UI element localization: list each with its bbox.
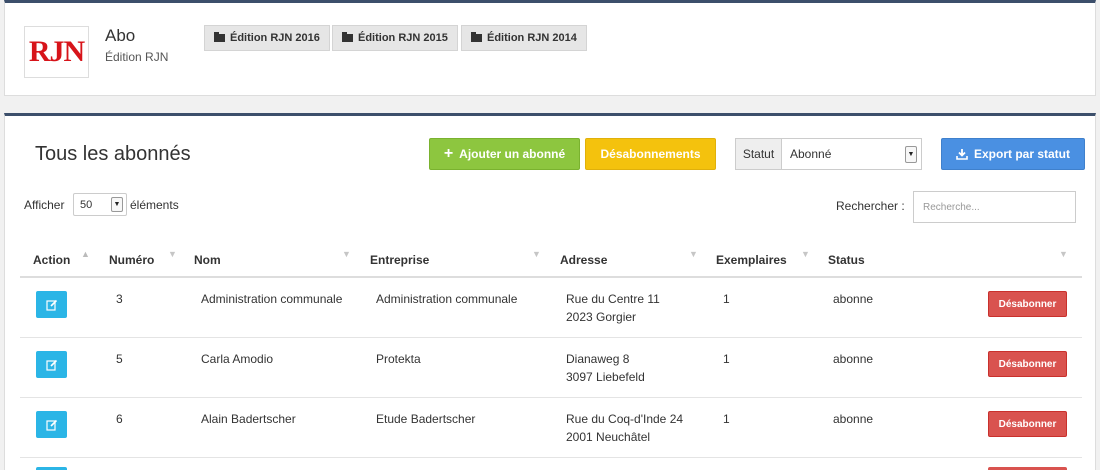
page-length-select[interactable]: 50 ▼ (73, 193, 127, 216)
export-by-status-button[interactable]: Export par statut (941, 138, 1085, 170)
edition-label: Édition RJN 2014 (487, 32, 577, 44)
chevron-down-icon: ▼ (905, 145, 917, 163)
chevron-down-icon: ▼ (111, 197, 123, 212)
edit-icon (45, 359, 57, 371)
column-header-action[interactable]: Action (33, 253, 70, 267)
sort-icon: ▼ (168, 249, 177, 259)
page-length-value: 50 (80, 198, 93, 211)
row-status: abonne (833, 292, 874, 306)
sort-icon: ▼ (689, 249, 698, 259)
rjn-logo[interactable]: RJN (24, 26, 89, 78)
edit-button[interactable] (36, 291, 67, 318)
row-exemplaires: 1 (723, 352, 730, 366)
status-select-value: Abonné (790, 147, 832, 161)
column-header-numero[interactable]: Numéro (109, 253, 154, 267)
folder-icon (342, 32, 353, 42)
row-exemplaires: 1 (723, 412, 730, 426)
table-row (20, 464, 1082, 470)
row-exemplaires: 1 (723, 292, 730, 306)
unsubscriptions-button[interactable]: Désabonnements (585, 138, 716, 170)
column-header-status[interactable]: Status (828, 253, 865, 267)
row-numero: 6 (116, 412, 123, 426)
column-header-adresse[interactable]: Adresse (560, 253, 607, 267)
edition-label: Édition RJN 2015 (358, 32, 448, 44)
logo-text: RJN (28, 35, 85, 68)
app-subtitle: Édition RJN (105, 50, 169, 64)
address-city: 2023 Gorgier (566, 310, 637, 324)
unsubscribe-button[interactable]: Désabonner (988, 411, 1067, 437)
search-input[interactable]: Recherche... (913, 191, 1076, 223)
address-street: Rue du Coq-d'Inde 24 (566, 412, 684, 426)
sort-icon: ▼ (532, 249, 541, 259)
edition-2014-button[interactable]: Édition RJN 2014 (461, 25, 587, 51)
address-city: 3097 Liebefeld (566, 370, 645, 384)
folder-icon (471, 32, 482, 42)
unsubscribe-button[interactable]: Désabonner (988, 351, 1067, 377)
row-nom: Administration communale (201, 292, 343, 306)
add-subscriber-label: Ajouter un abonné (459, 147, 566, 161)
entries-label: éléments (130, 198, 179, 212)
row-entreprise: Protekta (376, 352, 421, 366)
page-title: Tous les abonnés (35, 143, 191, 165)
app-header: RJN Abo Édition RJN Édition RJN 2016 Édi… (4, 0, 1096, 96)
row-numero: 3 (116, 292, 123, 306)
search-placeholder: Recherche... (923, 201, 980, 213)
app-title: Abo (105, 26, 136, 45)
row-adresse: Rue du Centre 11 2023 Gorgier (566, 290, 660, 326)
sort-icon: ▼ (801, 249, 810, 259)
subscribers-panel: Tous les abonnés + Ajouter un abonné Dés… (4, 113, 1096, 470)
unsubscribe-button[interactable]: Désabonner (988, 291, 1067, 317)
edit-icon (45, 299, 57, 311)
row-numero: 5 (116, 352, 123, 366)
edit-button[interactable] (36, 351, 67, 378)
sort-asc-icon: ▲ (81, 249, 90, 259)
export-label: Export par statut (973, 147, 1070, 161)
address-street: Rue du Centre 11 (566, 292, 660, 306)
address-city: 2001 Neuchâtel (566, 430, 651, 444)
row-nom: Carla Amodio (201, 352, 274, 366)
edition-2015-button[interactable]: Édition RJN 2015 (332, 25, 458, 51)
table-row: 3 Administration communale Administratio… (20, 278, 1082, 338)
download-icon (956, 149, 968, 160)
status-filter: Statut Abonné ▼ (735, 138, 922, 170)
show-entries-label: Afficher (24, 198, 65, 212)
row-entreprise: Etude Badertscher (376, 412, 476, 426)
column-header-nom[interactable]: Nom (194, 253, 221, 267)
folder-icon (214, 32, 225, 42)
unsubscriptions-label: Désabonnements (600, 147, 701, 161)
edition-label: Édition RJN 2016 (230, 32, 320, 44)
address-street: Dianaweg 8 (566, 352, 630, 366)
column-header-exemplaires[interactable]: Exemplaires (716, 253, 787, 267)
sort-icon: ▼ (1059, 249, 1068, 259)
edit-icon (45, 419, 57, 431)
sort-icon: ▼ (342, 249, 351, 259)
row-nom: Alain Badertscher (201, 412, 296, 426)
row-adresse: Rue du Coq-d'Inde 24 2001 Neuchâtel (566, 410, 683, 446)
table-row: 5 Carla Amodio Protekta Dianaweg 8 3097 … (20, 338, 1082, 398)
table-row: 6 Alain Badertscher Etude Badertscher Ru… (20, 398, 1082, 458)
row-adresse: Dianaweg 8 3097 Liebefeld (566, 350, 645, 386)
edition-2016-button[interactable]: Édition RJN 2016 (204, 25, 330, 51)
row-status: abonne (833, 412, 874, 426)
row-status: abonne (833, 352, 874, 366)
edit-button[interactable] (36, 411, 67, 438)
row-entreprise: Administration communale (376, 292, 518, 306)
add-subscriber-button[interactable]: + Ajouter un abonné (429, 138, 580, 170)
status-filter-label: Statut (736, 139, 782, 169)
column-header-entreprise[interactable]: Entreprise (370, 253, 429, 267)
plus-icon: + (443, 145, 454, 162)
search-label: Rechercher : (836, 199, 905, 213)
status-select[interactable]: Abonné ▼ (782, 139, 921, 169)
